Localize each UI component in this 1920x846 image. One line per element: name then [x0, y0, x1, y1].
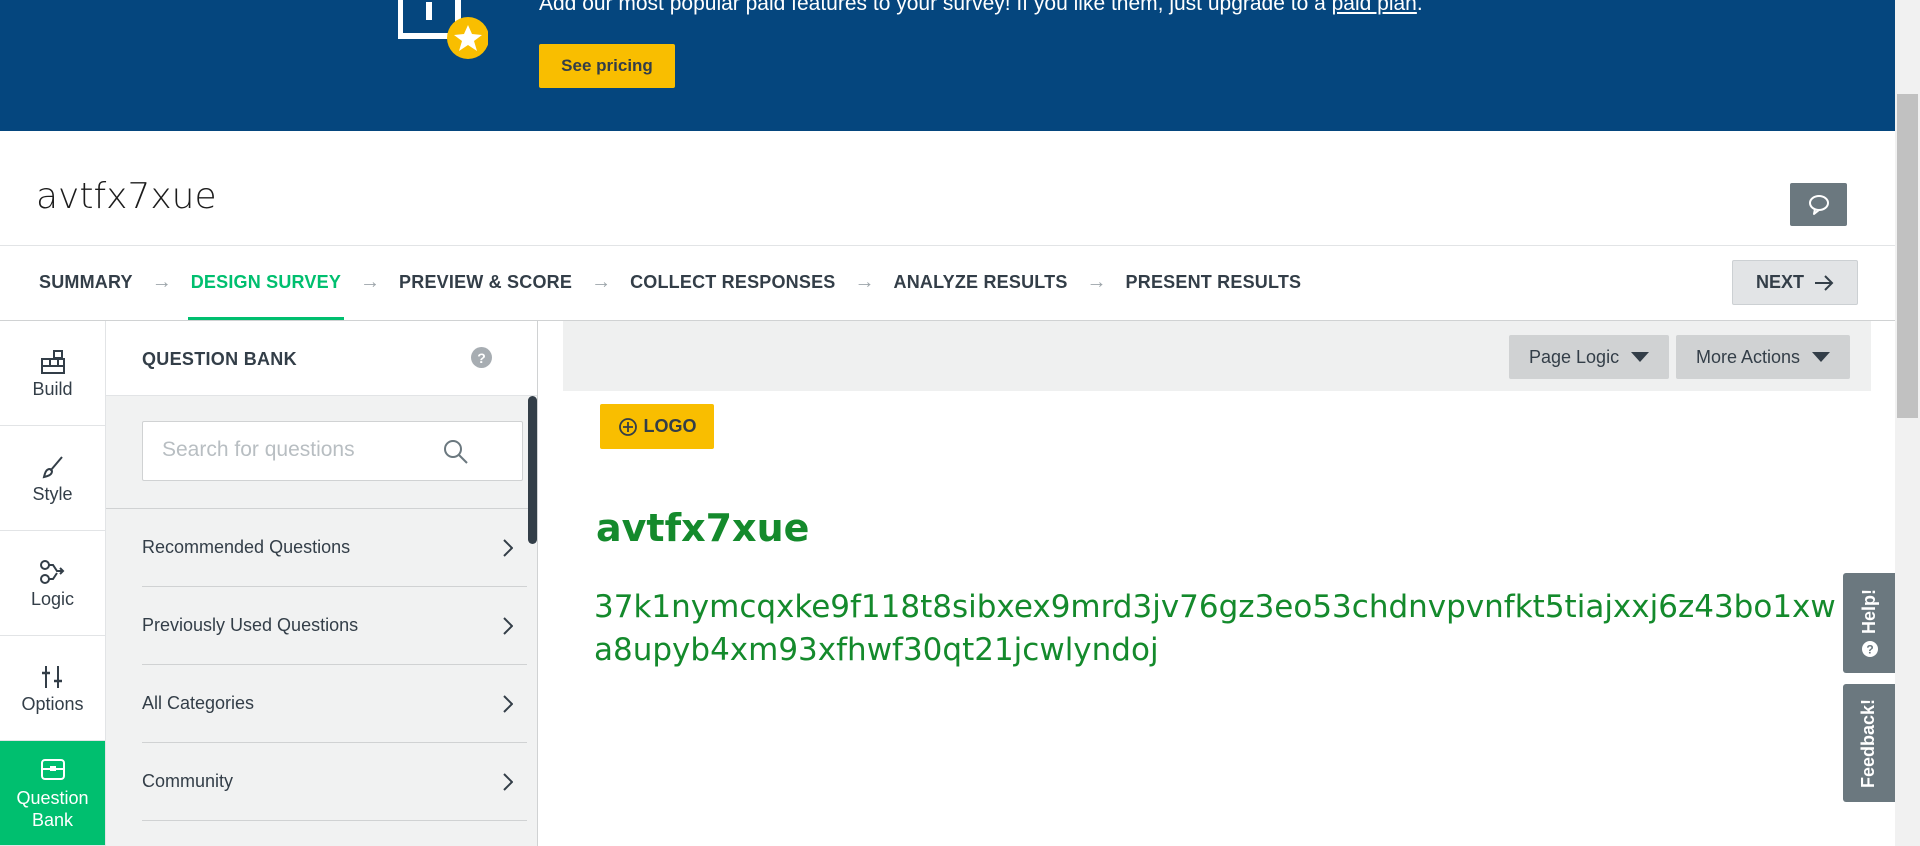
arrow-right-icon: →: [591, 271, 612, 293]
chevron-right-icon: [503, 694, 513, 713]
paid-plan-link[interactable]: paid plan: [1332, 0, 1417, 15]
sliders-icon: [41, 665, 62, 688]
nav-step-preview-score[interactable]: PREVIEW & SCORE: [399, 245, 572, 320]
help-icon[interactable]: ?: [471, 347, 492, 368]
banner-text-suffix: .: [1416, 0, 1423, 15]
question-bank-icon: [40, 759, 65, 780]
list-item-all-categories[interactable]: All Categories: [142, 665, 527, 743]
question-search-input[interactable]: [162, 438, 462, 462]
nav-step-present-results[interactable]: PRESENT RESULTS: [1126, 245, 1302, 320]
sidebar-item-label: Question Bank: [16, 788, 89, 830]
chevron-right-icon: [503, 538, 513, 557]
arrow-right-icon: [1815, 274, 1834, 291]
more-actions-dropdown[interactable]: More Actions: [1676, 335, 1851, 379]
caret-down-icon: [1631, 352, 1650, 362]
search-icon[interactable]: [443, 439, 469, 465]
sidebar-item-label: Options: [21, 693, 84, 714]
workflow-nav: SUMMARY → DESIGN SURVEY → PREVIEW & SCOR…: [39, 245, 1301, 320]
sidebar-item-options[interactable]: Options: [0, 636, 105, 741]
chevron-right-icon: [503, 772, 513, 791]
nav-step-design-survey[interactable]: DESIGN SURVEY: [187, 245, 345, 320]
help-tab[interactable]: ? Help!: [1843, 573, 1895, 673]
survey-title[interactable]: avtfx7xue: [36, 176, 217, 217]
add-logo-label: LOGO: [643, 416, 697, 436]
caret-down-icon: [1812, 352, 1831, 362]
more-actions-label: More Actions: [1696, 346, 1801, 367]
see-pricing-button[interactable]: See pricing: [539, 44, 675, 88]
arrow-right-icon: →: [1086, 271, 1107, 293]
chevron-right-icon: [503, 616, 513, 635]
plus-circle-icon: [618, 417, 637, 436]
page-logic-label: Page Logic: [1529, 346, 1620, 367]
list-item-recommended-questions[interactable]: Recommended Questions: [142, 509, 527, 587]
question-bank-title: QUESTION BANK: [142, 349, 297, 369]
add-logo-button[interactable]: LOGO: [600, 404, 714, 449]
comments-button[interactable]: [1790, 183, 1847, 226]
page-toolbar: Page Logic More Actions: [563, 321, 1871, 391]
page-logic-dropdown[interactable]: Page Logic: [1509, 335, 1670, 379]
arrow-right-icon: →: [360, 271, 381, 293]
brush-icon: [42, 455, 63, 478]
sidebar-item-style[interactable]: Style: [0, 426, 105, 531]
question-search-box: [142, 421, 523, 481]
sidebar-item-label: Build: [32, 378, 73, 399]
banner-message: Add our most popular paid features to yo…: [539, 0, 1423, 16]
question-bank-body: Recommended Questions Previously Used Qu…: [106, 396, 537, 846]
question-bank-panel: QUESTION BANK ? Recommended Questions Pr…: [106, 321, 538, 846]
logic-icon: [39, 559, 64, 584]
next-button-label: NEXT: [1755, 272, 1804, 292]
list-item-label: Community: [142, 771, 234, 791]
list-item-label: All Categories: [142, 693, 255, 713]
question-bank-header: QUESTION BANK ?: [106, 321, 537, 396]
list-item-label: Recommended Questions: [142, 537, 351, 557]
sidebar-item-label: Style: [32, 483, 73, 504]
nav-step-collect-responses[interactable]: COLLECT RESPONSES: [630, 245, 835, 320]
arrow-right-icon: →: [151, 271, 172, 293]
build-icon: [40, 349, 65, 374]
page-title[interactable]: avtfx7xue: [596, 506, 809, 550]
next-button[interactable]: NEXT: [1732, 260, 1858, 305]
sidebar-item-question-bank[interactable]: Question Bank: [0, 741, 105, 846]
editor-sidebar: Build Style Logic Options Question Bank: [0, 321, 106, 846]
sidebar-item-logic[interactable]: Logic: [0, 531, 105, 636]
list-item-community[interactable]: Community: [142, 743, 527, 821]
question-circle-icon: ?: [1861, 640, 1877, 657]
page-description[interactable]: 37k1nymcqxke9f118t8sibxex9mrd3jv76gz3eo5…: [594, 586, 1844, 672]
svg-text:?: ?: [1865, 642, 1872, 656]
sidebar-item-label: Logic: [30, 588, 75, 609]
comment-bubble-icon: [1808, 194, 1829, 215]
feedback-tab-label: Feedback!: [1858, 698, 1879, 788]
nav-step-summary[interactable]: SUMMARY: [39, 245, 133, 320]
banner-text-prefix: Add our most popular paid features to yo…: [539, 0, 1332, 15]
arrow-right-icon: →: [854, 271, 875, 293]
sidebar-item-build[interactable]: Build: [0, 321, 105, 426]
list-item-label: Previously Used Questions: [142, 615, 359, 635]
upgrade-banner: Add our most popular paid features to yo…: [0, 0, 1895, 131]
list-item-previously-used-questions[interactable]: Previously Used Questions: [142, 587, 527, 665]
page-scrollbar-thumb[interactable]: [1897, 94, 1918, 418]
feedback-tab[interactable]: Feedback!: [1843, 684, 1895, 802]
survey-star-icon: [398, 0, 488, 59]
nav-step-analyze-results[interactable]: ANALYZE RESULTS: [894, 245, 1068, 320]
question-bank-scrollbar[interactable]: [528, 396, 537, 544]
help-tab-label: Help!: [1858, 588, 1879, 634]
